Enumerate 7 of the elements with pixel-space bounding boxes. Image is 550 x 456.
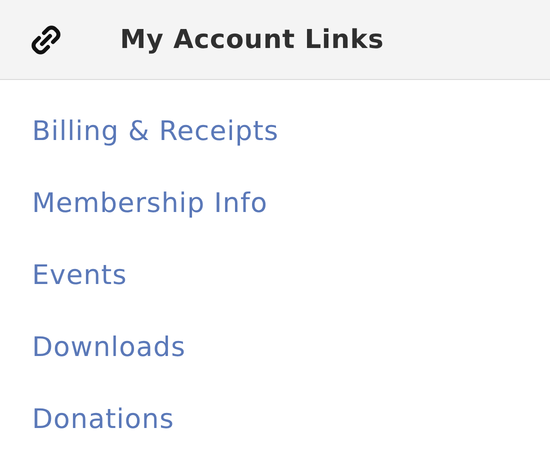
account-link[interactable]: Events	[32, 260, 128, 290]
account-link[interactable]: Downloads	[32, 332, 186, 362]
link-icon	[30, 24, 62, 56]
account-link[interactable]: Donations	[32, 404, 174, 434]
account-link[interactable]: Billing & Receipts	[32, 116, 279, 146]
panel-title: My Account Links	[120, 24, 384, 54]
account-link[interactable]: Membership Info	[32, 188, 268, 218]
